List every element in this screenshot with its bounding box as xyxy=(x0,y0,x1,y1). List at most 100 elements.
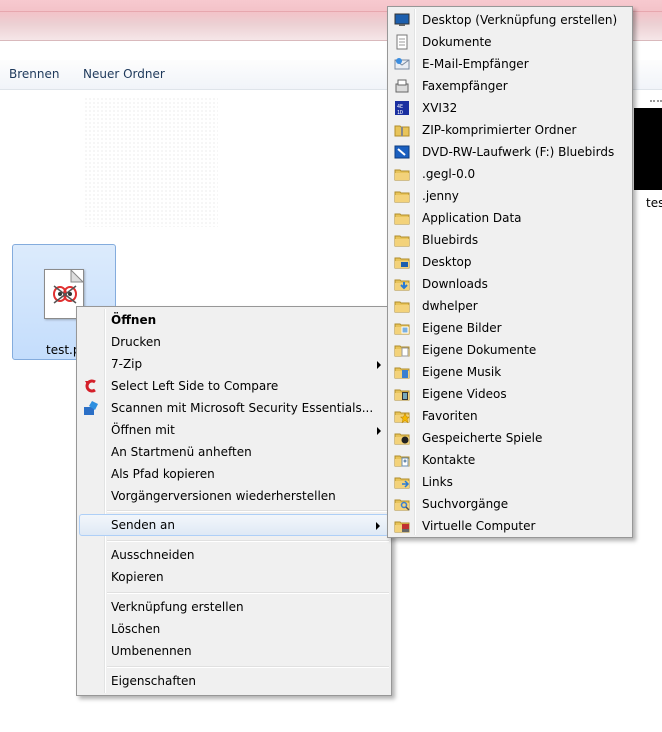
menu-copy-path[interactable]: Als Pfad kopieren xyxy=(79,463,389,485)
menu-pin-start[interactable]: An Startmenü anheften xyxy=(79,441,389,463)
send-to-item[interactable]: Links xyxy=(390,471,630,493)
send-to-item-label: Eigene Musik xyxy=(422,365,502,379)
send-to-item-label: .gegl-0.0 xyxy=(422,167,476,181)
saved-games-folder-icon xyxy=(394,433,410,445)
menu-scan[interactable]: Scannen mit Microsoft Security Essential… xyxy=(79,397,389,419)
menu-copy[interactable]: Kopieren xyxy=(79,566,389,588)
contacts-folder-icon xyxy=(394,455,410,467)
send-to-item-label: E-Mail-Empfänger xyxy=(422,57,529,71)
send-to-item[interactable]: Eigene Dokumente xyxy=(390,339,630,361)
menu-rename[interactable]: Umbenennen xyxy=(79,640,389,662)
send-to-item-label: .jenny xyxy=(422,189,459,203)
folder-icon xyxy=(394,213,410,225)
document-icon xyxy=(396,34,408,50)
menu-properties[interactable]: Eigenschaften xyxy=(79,670,389,692)
send-to-item[interactable]: Gespeicherte Spiele xyxy=(390,427,630,449)
documents-folder-icon xyxy=(394,345,410,357)
send-to-item-label: Suchvorgänge xyxy=(422,497,509,511)
send-to-item-label: Application Data xyxy=(422,211,522,225)
send-to-item[interactable]: .gegl-0.0 xyxy=(390,163,630,185)
send-to-item-label: ZIP-komprimierter Ordner xyxy=(422,123,577,137)
desktop-icon xyxy=(394,13,410,26)
zip-folder-icon xyxy=(394,125,410,137)
video-thumbnail[interactable] xyxy=(634,108,662,190)
send-to-item[interactable]: Eigene Bilder xyxy=(390,317,630,339)
send-to-item-label: DVD-RW-Laufwerk (F:) Bluebirds xyxy=(422,145,615,159)
burn-button[interactable]: Brennen xyxy=(9,67,59,81)
send-to-item[interactable]: Application Data xyxy=(390,207,630,229)
thumbnail-edge xyxy=(650,100,662,108)
send-to-item-label: Virtuelle Computer xyxy=(422,519,536,533)
send-to-item[interactable]: Desktop (Verknüpfung erstellen) xyxy=(390,9,630,31)
send-to-item[interactable]: Eigene Musik xyxy=(390,361,630,383)
send-to-item-label: Bluebirds xyxy=(422,233,479,247)
submenu-arrow-icon xyxy=(377,427,381,435)
send-to-item-label: Eigene Bilder xyxy=(422,321,502,335)
thumbnail-placeholder xyxy=(84,97,218,227)
new-folder-button[interactable]: Neuer Ordner xyxy=(83,67,165,81)
submenu-arrow-icon xyxy=(376,522,380,530)
svg-text:1D: 1D xyxy=(397,110,403,116)
menu-open[interactable]: Öffnen xyxy=(79,309,389,331)
send-to-item[interactable]: E-Mail-Empfänger xyxy=(390,53,630,75)
hex-editor-icon: 4E1D xyxy=(395,101,409,116)
menu-restore-versions[interactable]: Vorgängerversionen wiederherstellen xyxy=(79,485,389,507)
send-to-item-label: Eigene Videos xyxy=(422,387,507,401)
links-folder-icon xyxy=(394,477,410,489)
pictures-folder-icon xyxy=(394,323,410,335)
send-to-item[interactable]: Bluebirds xyxy=(390,229,630,251)
folder-icon xyxy=(394,301,410,313)
send-to-item-label: dwhelper xyxy=(422,299,478,313)
send-to-item[interactable]: Faxempfänger xyxy=(390,75,630,97)
send-to-item[interactable]: Favoriten xyxy=(390,405,630,427)
video-file-name: tes xyxy=(646,196,662,210)
folder-icon xyxy=(394,191,410,203)
desktop-folder-icon xyxy=(394,257,410,269)
send-to-item[interactable]: Virtuelle Computer xyxy=(390,515,630,537)
send-to-item-label: XVI32 xyxy=(422,101,458,115)
send-to-item-label: Dokumente xyxy=(422,35,492,49)
send-to-item-label: Favoriten xyxy=(422,409,478,423)
folder-icon xyxy=(394,235,410,247)
send-to-item[interactable]: .jenny xyxy=(390,185,630,207)
send-to-item-label: Gespeicherte Spiele xyxy=(422,431,543,445)
menu-delete[interactable]: Löschen xyxy=(79,618,389,640)
mail-icon xyxy=(394,58,410,70)
searches-folder-icon xyxy=(394,499,410,511)
send-to-item-label: Links xyxy=(422,475,453,489)
send-to-item[interactable]: Kontakte xyxy=(390,449,630,471)
send-to-item[interactable]: Eigene Videos xyxy=(390,383,630,405)
send-to-item-label: Desktop xyxy=(422,255,472,269)
menu-open-with[interactable]: Öffnen mit xyxy=(79,419,389,441)
send-to-item[interactable]: Suchvorgänge xyxy=(390,493,630,515)
fax-icon xyxy=(395,79,409,93)
compare-arrow-icon xyxy=(85,379,96,393)
security-essentials-icon xyxy=(84,401,98,415)
dvd-drive-icon xyxy=(394,145,410,159)
send-to-item[interactable]: 4E 1D XVI32 xyxy=(390,97,630,119)
downloads-folder-icon xyxy=(394,279,410,291)
menu-cut[interactable]: Ausschneiden xyxy=(79,544,389,566)
menu-compare[interactable]: Select Left Side to Compare xyxy=(79,375,389,397)
context-menu: Öffnen Drucken 7-Zip Select Left Side to… xyxy=(76,306,392,696)
music-folder-icon xyxy=(394,367,410,379)
send-to-item-label: Desktop (Verknüpfung erstellen) xyxy=(422,13,618,27)
send-to-item-label: Faxempfänger xyxy=(422,79,508,93)
send-to-item[interactable]: Dokumente xyxy=(390,31,630,53)
send-to-item[interactable]: dwhelper xyxy=(390,295,630,317)
menu-print[interactable]: Drucken xyxy=(79,331,389,353)
favorites-folder-icon xyxy=(394,411,410,424)
menu-send-to[interactable]: Senden an xyxy=(79,514,389,536)
videos-folder-icon xyxy=(394,389,410,401)
virtual-machines-folder-icon xyxy=(394,521,410,533)
send-to-item-label: Kontakte xyxy=(422,453,476,467)
send-to-item[interactable]: Desktop xyxy=(390,251,630,273)
send-to-submenu: Desktop (Verknüpfung erstellen) Dokumente… xyxy=(387,6,633,538)
folder-icon xyxy=(394,169,410,181)
send-to-item[interactable]: ZIP-komprimierter Ordner xyxy=(390,119,630,141)
menu-create-shortcut[interactable]: Verknüpfung erstellen xyxy=(79,596,389,618)
menu-7zip[interactable]: 7-Zip xyxy=(79,353,389,375)
send-to-item[interactable]: DVD-RW-Laufwerk (F:) Bluebirds xyxy=(390,141,630,163)
send-to-item-label: Eigene Dokumente xyxy=(422,343,537,357)
send-to-item[interactable]: Downloads xyxy=(390,273,630,295)
